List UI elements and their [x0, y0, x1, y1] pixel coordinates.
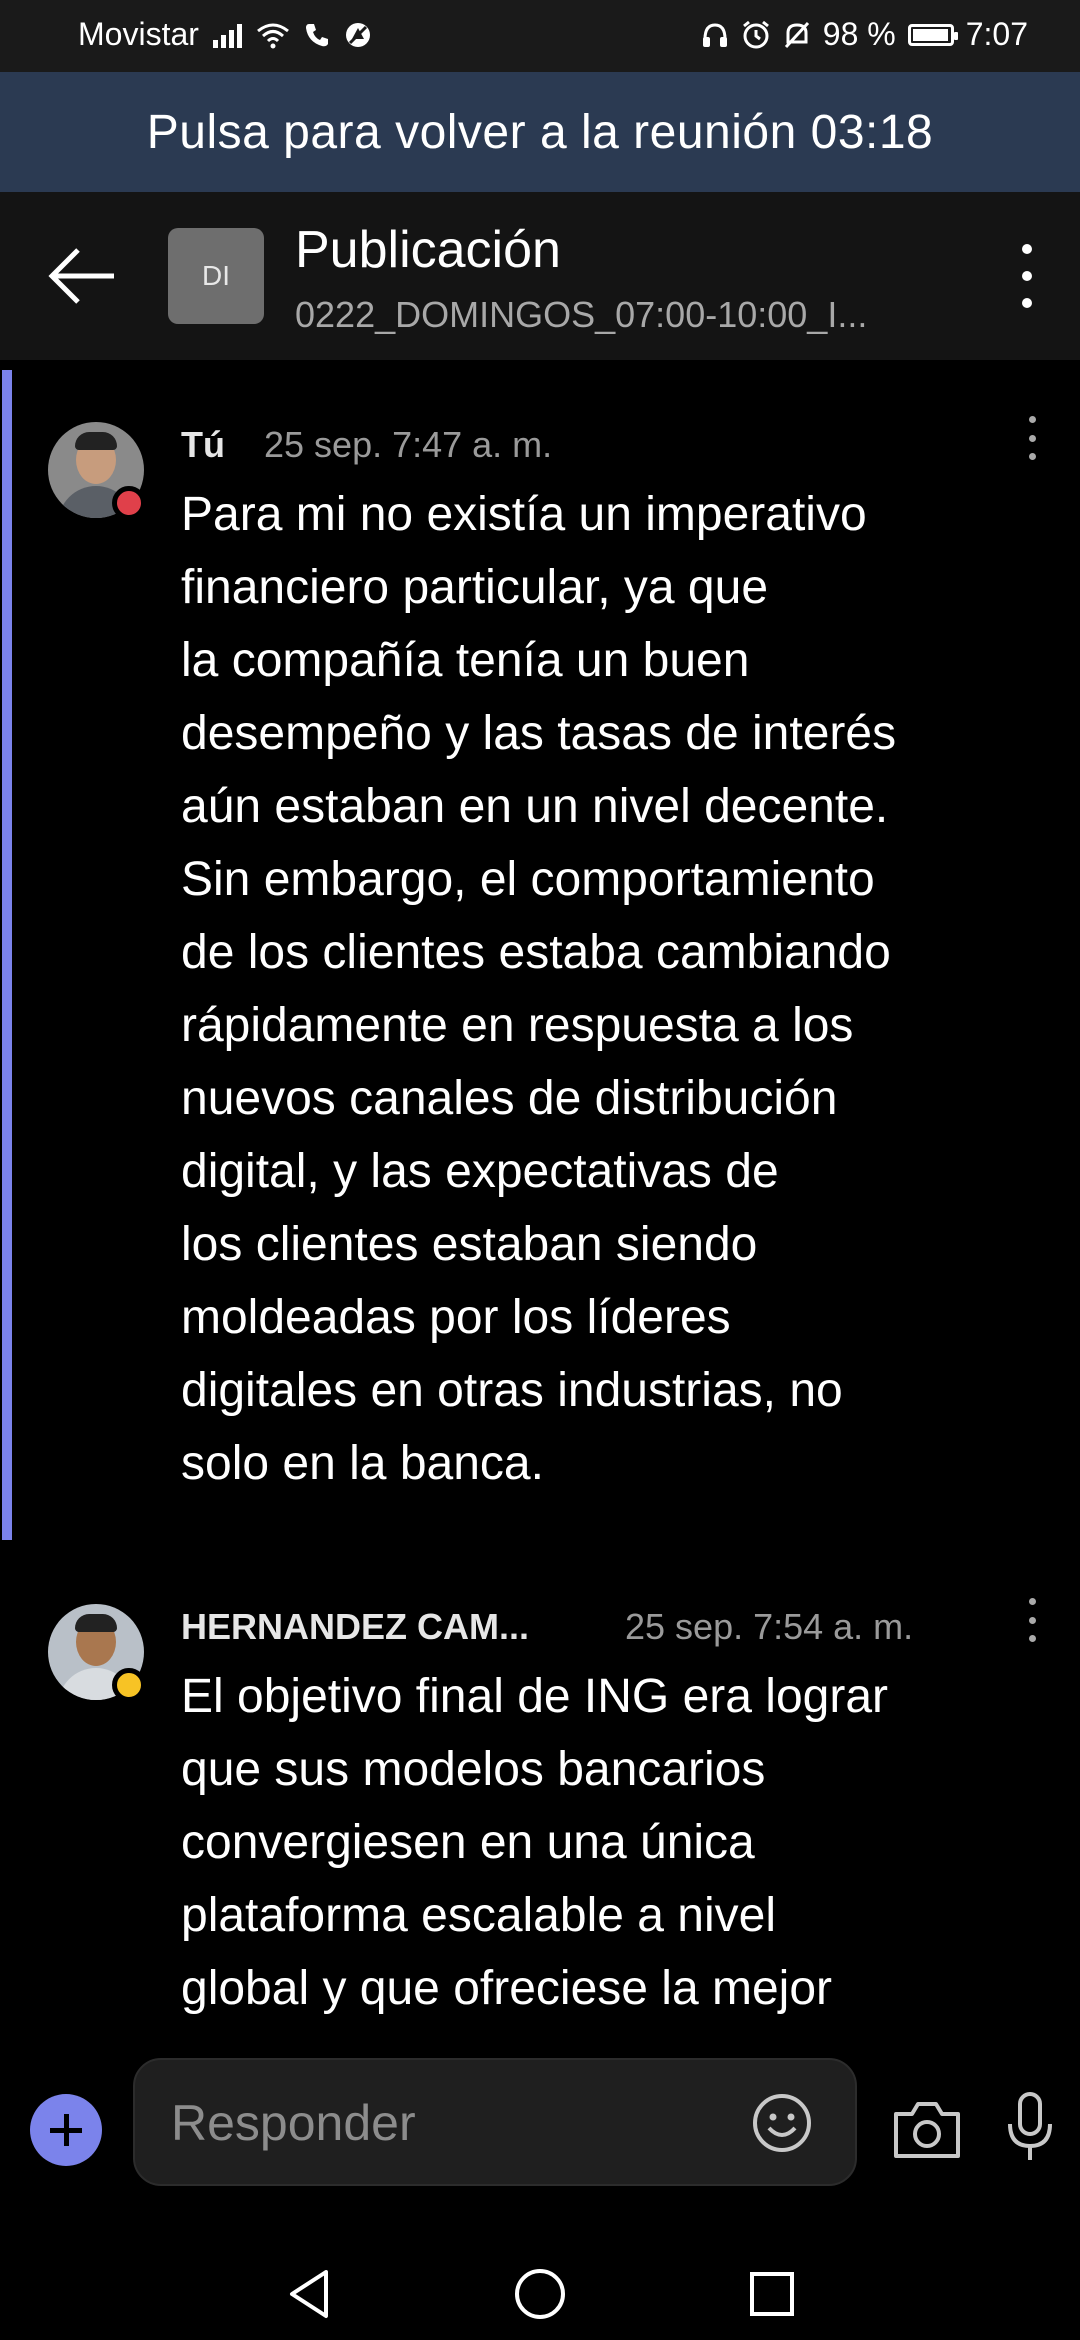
return-to-meeting-banner[interactable]: Pulsa para volver a la reunión 03:18 — [0, 72, 1080, 192]
message-author: HERNANDEZ CAM... — [181, 1606, 529, 1647]
wifi-icon — [256, 23, 289, 48]
mute-icon — [784, 21, 809, 48]
message-item[interactable]: HERNANDEZ CAM... 25 sep. 7:54 a. m. El o… — [0, 1592, 1080, 2032]
avatar[interactable] — [48, 422, 146, 520]
add-attachment-button[interactable] — [30, 2094, 102, 2166]
battery-icon — [907, 23, 958, 46]
message-body: El objetivo final de ING era lograr que … — [181, 1670, 889, 2015]
message-timestamp: 25 sep. 7:54 a. m. — [625, 1606, 914, 1647]
clock: 7:07 — [965, 16, 1028, 52]
nav-recent-apps-icon[interactable] — [744, 2266, 800, 2322]
signal-icon — [212, 22, 242, 48]
team-avatar[interactable]: DI — [168, 228, 264, 324]
nav-home-icon[interactable] — [512, 2266, 568, 2322]
banner-label: Pulsa para volver a la reunión 03:18 — [146, 105, 934, 159]
compose-bar — [0, 2040, 1080, 2250]
message-more-icon[interactable] — [1022, 1598, 1042, 1642]
status-right: 98 % 7:07 — [701, 16, 1028, 53]
back-arrow-icon[interactable] — [44, 238, 120, 314]
message-item[interactable]: Tú 25 sep. 7:47 a. m. Para mi no existía… — [0, 410, 1080, 1510]
call-icon — [305, 23, 328, 46]
nav-back-icon[interactable] — [282, 2266, 338, 2322]
system-nav-bar — [0, 2250, 1080, 2340]
presence-busy-icon — [112, 486, 146, 520]
conversation-header: DI Publicación 0222_DOMINGOS_07:00-10:00… — [0, 192, 1080, 360]
alarm-icon — [742, 20, 769, 48]
channel-subtitle: 0222_DOMINGOS_07:00-10:00_I... — [295, 294, 868, 335]
message-author: Tú — [181, 424, 225, 465]
headphones-icon — [702, 22, 727, 47]
battery-percent: 98 % — [822, 16, 896, 52]
vpn-icon — [345, 22, 370, 47]
team-avatar-initials: DI — [202, 260, 230, 291]
message-body: Para mi no existía un imperativo financi… — [181, 488, 897, 1490]
reply-field[interactable] — [133, 2058, 857, 2186]
emoji-icon[interactable] — [751, 2092, 813, 2154]
status-bar: Movistar 98 % 7:07 — [0, 0, 1080, 72]
message-timestamp: 25 sep. 7:47 a. m. — [264, 424, 553, 465]
microphone-icon[interactable] — [1004, 2092, 1056, 2164]
avatar[interactable] — [48, 1604, 146, 1702]
presence-away-icon — [112, 1668, 146, 1702]
more-options-icon[interactable] — [1002, 244, 1052, 308]
page-title: Publicación — [295, 221, 561, 279]
carrier-label: Movistar — [78, 16, 199, 52]
message-more-icon[interactable] — [1022, 416, 1042, 460]
status-left: Movistar — [78, 16, 372, 53]
reply-input[interactable] — [169, 2080, 713, 2166]
camera-icon[interactable] — [892, 2098, 962, 2160]
